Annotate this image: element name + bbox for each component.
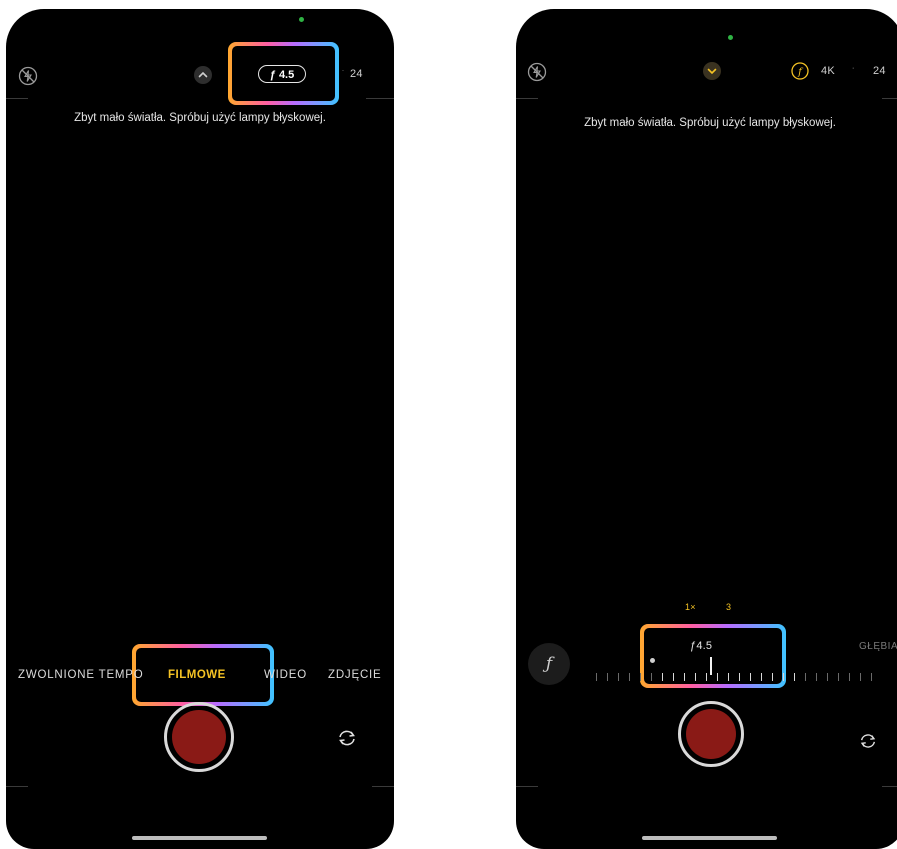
mode-filmowe[interactable]: FILMOWE (168, 669, 226, 681)
slider-tick (772, 673, 773, 681)
zoom-3x[interactable]: 3 (726, 602, 731, 612)
camera-in-use-indicator (728, 35, 733, 40)
aperture-chip[interactable]: ƒ 4.5 (258, 65, 306, 83)
slider-tick (871, 673, 872, 681)
aperture-value: ƒ4.5 (690, 640, 713, 652)
frame-corner-line (366, 98, 394, 99)
aperture-f-icon[interactable]: f (791, 62, 809, 80)
slider-tick (739, 673, 740, 681)
camera-in-use-indicator (299, 17, 304, 22)
resolution-label[interactable]: 4K (821, 65, 835, 77)
frame-corner-line (516, 786, 538, 787)
slider-tick (761, 673, 762, 681)
low-light-hint: Zbyt mało światła. Spróbuj użyć lampy bł… (74, 112, 326, 124)
chevron-down-icon (707, 68, 717, 75)
aperture-button[interactable]: ƒ (528, 643, 570, 685)
slider-tick (706, 673, 707, 681)
record-button[interactable] (678, 701, 744, 767)
aperture-slider[interactable] (576, 669, 896, 689)
slider-indicator (710, 657, 712, 675)
flash-off-icon[interactable] (527, 62, 547, 82)
frame-corner-line (372, 786, 394, 787)
frame-corner-line (882, 786, 897, 787)
slider-tick (629, 673, 630, 681)
slider-tick (805, 673, 806, 681)
low-light-hint: Zbyt mało światła. Spróbuj użyć lampy bł… (584, 117, 836, 129)
slider-tick (607, 673, 608, 681)
mode-zdjecie[interactable]: ZDJĘCIE (328, 669, 382, 681)
svg-text:f: f (797, 67, 804, 78)
home-indicator[interactable] (642, 836, 777, 840)
mode-wideo[interactable]: WIDEO (264, 669, 307, 681)
slider-tick (728, 673, 729, 681)
slider-tick (640, 673, 641, 681)
camera-switch-icon[interactable] (858, 731, 878, 751)
frame-corner-line (516, 98, 538, 99)
zoom-1x[interactable]: 1× (685, 602, 696, 612)
slider-tick (662, 673, 663, 681)
flash-off-icon[interactable] (18, 66, 38, 86)
fps-label[interactable]: 24 (873, 65, 886, 77)
slider-tick (695, 673, 696, 681)
slider-tick (838, 673, 839, 681)
slider-tick (816, 673, 817, 681)
frame-corner-line (6, 98, 28, 99)
controls-toggle-button[interactable] (703, 62, 721, 80)
frame-corner-line (6, 786, 28, 787)
slider-tick (827, 673, 828, 681)
mode-zwolnione-tempo[interactable]: ZWOLNIONE TEMPO (18, 669, 144, 681)
controls-toggle-button[interactable] (194, 66, 212, 84)
slider-tick (673, 673, 674, 681)
camera-switch-icon[interactable] (336, 727, 358, 749)
record-button[interactable] (164, 702, 234, 772)
home-indicator[interactable] (132, 836, 267, 840)
frame-corner-line (882, 98, 897, 99)
slider-tick (684, 673, 685, 681)
slider-tick (794, 673, 795, 681)
camera-screen-cinematic: ƒ 4.5 24 · Zbyt mało światła. Spróbuj uż… (6, 9, 394, 849)
chevron-up-icon (198, 71, 208, 78)
depth-label: GŁĘBIA (859, 641, 897, 652)
slider-tick (750, 673, 751, 681)
record-button-core (172, 710, 226, 764)
separator-dot: · (852, 65, 855, 72)
camera-screen-cinematic-aperture: f 4K · 24 Zbyt mało światła. Spróbuj uży… (516, 9, 897, 849)
fps-label[interactable]: 24 (350, 68, 363, 80)
slider-tick (783, 673, 784, 681)
slider-tick (849, 673, 850, 681)
slider-tick (860, 673, 861, 681)
slider-dot (650, 658, 655, 663)
record-button-core (686, 709, 736, 759)
slider-tick (596, 673, 597, 681)
slider-tick (717, 673, 718, 681)
separator-dot: · (342, 68, 345, 74)
slider-tick (618, 673, 619, 681)
slider-tick (651, 673, 652, 681)
